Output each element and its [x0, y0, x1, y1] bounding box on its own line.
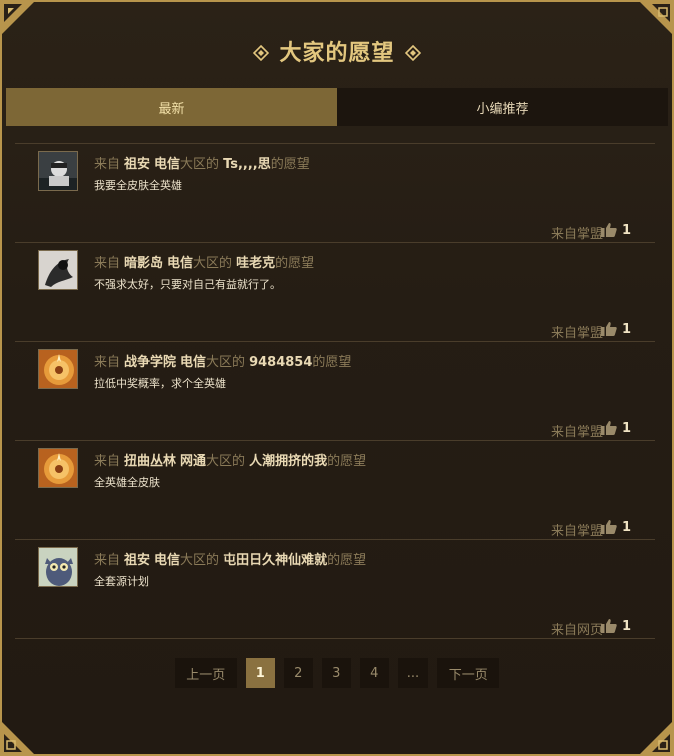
wish-text: 全英雄全皮肤	[94, 476, 160, 489]
user-name[interactable]: 人潮拥挤的我	[249, 454, 327, 469]
source-label: 来自网页	[550, 623, 603, 638]
like-count: 1	[621, 223, 631, 238]
list-item: 来自 祖安 电信大区的 屯田日久神仙难就的愿望 全套源计划 来自网页 1	[15, 539, 655, 638]
corner-ornament-bottom-right	[638, 720, 674, 756]
region-suffix: 大区的	[180, 157, 220, 172]
wish-list: 来自 祖安 电信大区的 Ts,,,,思的愿望 我要全皮肤全英雄 来自掌盟 1 来自 暗影…	[15, 143, 655, 639]
region-suffix: 大区的	[180, 553, 220, 568]
thumbs-up-icon[interactable]	[601, 618, 617, 637]
from-label: 来自	[94, 355, 121, 370]
wish-text: 拉低中奖概率，求个全英雄	[94, 377, 226, 390]
wishes-panel: 大家的愿望 最新 小编推荐 来自 祖安 电信大区的 Ts,,,,思的愿望 我要全皮肤全…	[0, 0, 674, 756]
page-button-3[interactable]: 3	[321, 658, 351, 688]
server-name: 祖安	[124, 157, 151, 172]
avatar[interactable]	[38, 547, 78, 587]
tab-bar: 最新 小编推荐	[6, 88, 668, 126]
diamond-icon	[253, 42, 270, 67]
diamond-icon	[404, 42, 421, 67]
isp-name: 电信	[167, 256, 194, 271]
tab-latest[interactable]: 最新	[6, 88, 337, 126]
wish-text: 全套源计划	[94, 575, 149, 588]
page-button-2[interactable]: 2	[283, 658, 313, 688]
corner-ornament-bottom-left	[0, 720, 36, 756]
source-label: 来自掌盟	[550, 227, 603, 242]
avatar[interactable]	[38, 250, 78, 290]
corner-ornament-top-left	[0, 0, 36, 36]
region-suffix: 大区的	[193, 256, 233, 271]
from-label: 来自	[94, 553, 121, 568]
like-count: 1	[621, 520, 631, 535]
user-name[interactable]: Ts,,,,思	[223, 157, 271, 172]
tab-editor-picks[interactable]: 小编推荐	[337, 88, 668, 126]
wish-suffix: 的愿望	[275, 256, 315, 271]
page-title: 大家的愿望	[2, 35, 672, 67]
list-item: 来自 祖安 电信大区的 Ts,,,,思的愿望 我要全皮肤全英雄 来自掌盟 1	[15, 143, 655, 242]
from-label: 来自	[94, 157, 121, 172]
region-suffix: 大区的	[206, 454, 246, 469]
list-item: 来自 扭曲丛林 网通大区的 人潮拥挤的我的愿望 全英雄全皮肤 来自掌盟 1	[15, 440, 655, 539]
isp-name: 电信	[180, 355, 207, 370]
server-name: 战争学院	[124, 355, 177, 370]
wish-author-line: 来自 扭曲丛林 网通大区的 人潮拥挤的我的愿望	[94, 450, 366, 469]
server-name: 祖安	[124, 553, 151, 568]
user-name[interactable]: 哇老克	[236, 256, 275, 271]
pagination: 上一页 1 2 3 4 ... 下一页	[2, 658, 672, 688]
isp-name: 电信	[154, 157, 181, 172]
server-name: 扭曲丛林	[124, 454, 177, 469]
isp-name: 电信	[154, 553, 181, 568]
user-name[interactable]: 9484854	[249, 355, 312, 370]
page-ellipsis: ...	[397, 658, 429, 688]
next-page-button[interactable]: 下一页	[437, 658, 500, 688]
from-label: 来自	[94, 454, 121, 469]
wish-text: 我要全皮肤全英雄	[94, 179, 182, 192]
wish-suffix: 的愿望	[327, 454, 367, 469]
wish-author-line: 来自 暗影岛 电信大区的 哇老克的愿望	[94, 252, 314, 271]
list-item: 来自 暗影岛 电信大区的 哇老克的愿望 不强求太好，只要对自己有益就行了。 来自掌盟 …	[15, 242, 655, 341]
like-count: 1	[621, 421, 631, 436]
server-name: 暗影岛	[124, 256, 164, 271]
source-label: 来自掌盟	[550, 524, 603, 539]
source-label: 来自掌盟	[550, 326, 603, 341]
avatar[interactable]	[38, 349, 78, 389]
thumbs-up-icon[interactable]	[601, 420, 617, 439]
like-count: 1	[621, 322, 631, 337]
wish-suffix: 的愿望	[270, 157, 310, 172]
like-count: 1	[621, 619, 631, 634]
user-name[interactable]: 屯田日久神仙难就	[223, 553, 327, 568]
region-suffix: 大区的	[206, 355, 246, 370]
wish-text: 不强求太好，只要对自己有益就行了。	[94, 278, 281, 291]
wish-author-line: 来自 战争学院 电信大区的 9484854的愿望	[94, 351, 351, 370]
wish-author-line: 来自 祖安 电信大区的 屯田日久神仙难就的愿望	[94, 549, 366, 568]
thumbs-up-icon[interactable]	[601, 321, 617, 340]
wish-suffix: 的愿望	[312, 355, 352, 370]
page-button-4[interactable]: 4	[359, 658, 389, 688]
list-divider	[15, 638, 655, 639]
isp-name: 网通	[180, 454, 207, 469]
from-label: 来自	[94, 256, 121, 271]
corner-ornament-top-right	[638, 0, 674, 36]
page-button-1[interactable]: 1	[245, 658, 275, 688]
list-item: 来自 战争学院 电信大区的 9484854的愿望 拉低中奖概率，求个全英雄 来自掌盟 …	[15, 341, 655, 440]
prev-page-button[interactable]: 上一页	[174, 658, 237, 688]
source-label: 来自掌盟	[550, 425, 603, 440]
page-title-text: 大家的愿望	[279, 41, 395, 66]
avatar[interactable]	[38, 448, 78, 488]
thumbs-up-icon[interactable]	[601, 519, 617, 538]
wish-author-line: 来自 祖安 电信大区的 Ts,,,,思的愿望	[94, 153, 310, 172]
thumbs-up-icon[interactable]	[601, 222, 617, 241]
wish-suffix: 的愿望	[327, 553, 367, 568]
avatar[interactable]	[38, 151, 78, 191]
